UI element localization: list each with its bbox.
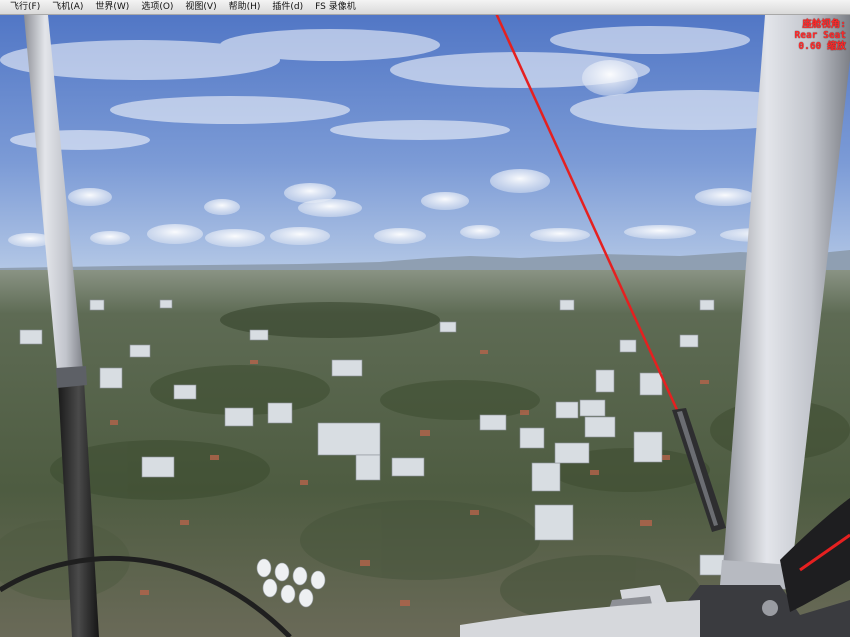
menu-world[interactable]: 世界(W) — [89, 0, 135, 15]
menu-help[interactable]: 帮助(H) — [223, 0, 267, 15]
menu-options[interactable]: 选项(O) — [135, 0, 179, 15]
menu-bar: 飞行(F) 飞机(A) 世界(W) 选项(O) 视图(V) 帮助(H) 插件(d… — [0, 0, 850, 15]
menu-fs-recorder[interactable]: FS 录像机 — [309, 0, 362, 15]
view-info-overlay: 座舱视角: Rear Seat 0.60 缩放 — [795, 19, 846, 52]
zoom-readout: 0.60 缩放 — [798, 41, 846, 52]
view-name: Rear Seat — [794, 30, 846, 41]
flight-scene — [0, 0, 850, 637]
menu-views[interactable]: 视图(V) — [179, 0, 222, 15]
menu-addons[interactable]: 插件(d) — [266, 0, 309, 15]
menu-flight[interactable]: 飞行(F) — [0, 0, 46, 15]
view-mode-label: 座舱视角: — [802, 19, 846, 30]
menu-aircraft[interactable]: 飞机(A) — [46, 0, 89, 15]
